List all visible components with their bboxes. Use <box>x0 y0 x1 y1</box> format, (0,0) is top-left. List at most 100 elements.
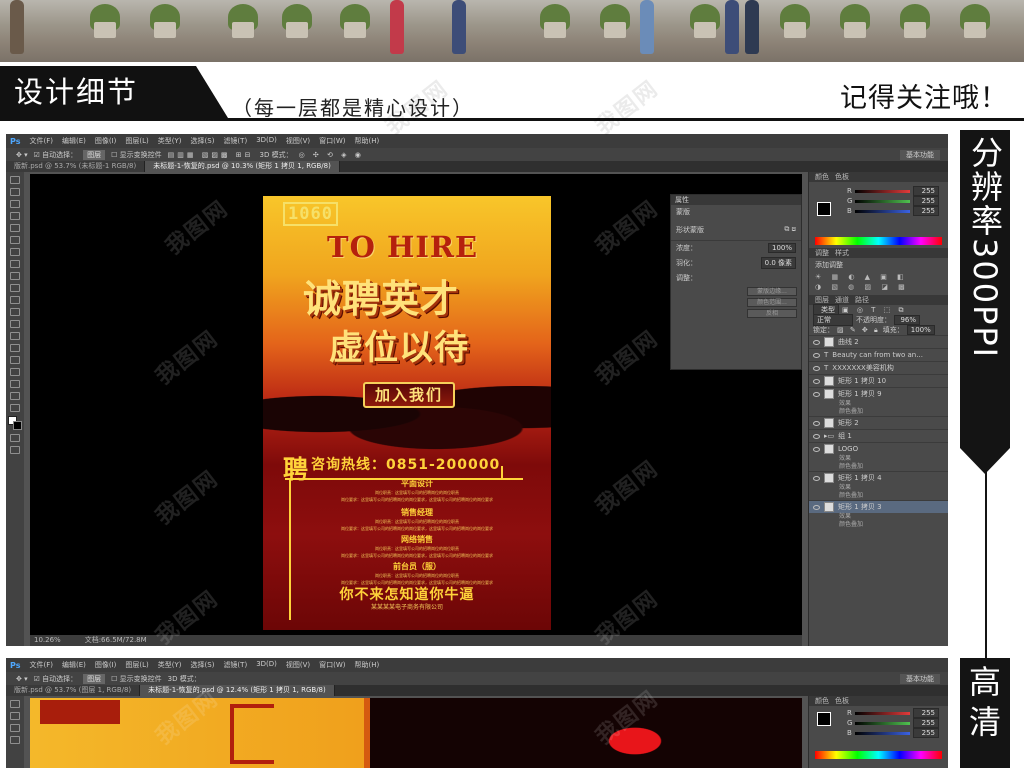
history-brush-icon[interactable] <box>10 284 20 292</box>
tab-swatches[interactable]: 色板 <box>835 172 849 182</box>
layer-effect[interactable]: 颜色叠加 <box>809 463 948 471</box>
stamp-tool-icon[interactable] <box>10 272 20 280</box>
color-range-button[interactable]: 颜色范围... <box>747 298 797 307</box>
color-spectrum[interactable] <box>815 237 942 245</box>
menu-item[interactable]: 图层(L) <box>125 136 148 146</box>
channel-value[interactable]: 255 <box>913 196 939 206</box>
document-tab-active[interactable]: 未标题-1-恢复的.psd @ 10.3% (矩形 1 拷贝 1, RGB/8) <box>145 161 340 172</box>
layer-row[interactable]: T XXXXXXX美容机构 <box>809 361 948 374</box>
layer-effect[interactable]: 效果 <box>809 455 948 463</box>
opacity-input[interactable]: 96% <box>894 315 920 325</box>
tab-color[interactable]: 颜色 <box>815 172 829 182</box>
channel-track[interactable] <box>854 189 910 193</box>
menu-item[interactable]: 文件(F) <box>29 660 53 670</box>
lock-icons[interactable]: ▨ ✎ ✥ 🔒︎ <box>837 326 880 335</box>
marquee-tool-icon[interactable] <box>10 712 20 720</box>
layer-effect[interactable]: 颜色叠加 <box>809 492 948 500</box>
density-input[interactable]: 100% <box>767 243 796 253</box>
visibility-eye-icon[interactable] <box>813 446 820 452</box>
move-tool-icon[interactable] <box>10 700 20 708</box>
menu-item[interactable]: 类型(Y) <box>158 136 182 146</box>
menu-item[interactable]: 帮助(H) <box>355 660 380 670</box>
3d-mode-icons[interactable]: ◎ ✣ ⟲ ◈ ◉ <box>299 151 364 159</box>
channel-value[interactable]: 255 <box>913 728 939 738</box>
tab-styles[interactable]: 样式 <box>835 248 849 258</box>
path-select-tool-icon[interactable] <box>10 368 20 376</box>
adjustment-icons[interactable]: ☀ ▦ ◐ ▲ ▣ ◧ <box>809 272 948 282</box>
menu-item[interactable]: 视图(V) <box>286 660 310 670</box>
auto-select-dropdown[interactable]: 图层 <box>83 673 106 684</box>
layer-row[interactable]: 矩形 1 拷贝 10 <box>809 374 948 387</box>
tab-color[interactable]: 颜色 <box>815 696 829 706</box>
visibility-eye-icon[interactable] <box>813 339 820 345</box>
layer-row[interactable]: ▸▭ 组 1 <box>809 429 948 442</box>
document-tab-active[interactable]: 未标题-1-恢复的.psd @ 12.4% (矩形 1 拷贝 1, RGB/8) <box>140 685 335 696</box>
layer-effect[interactable]: 效果 <box>809 513 948 521</box>
menu-item[interactable]: 窗口(W) <box>319 136 345 146</box>
workspace-dropdown[interactable]: 基本功能 <box>900 149 940 160</box>
document-tab[interactable]: 版新.psd @ 53.7% (图层 1, RGB/8) <box>6 685 141 696</box>
visibility-eye-icon[interactable] <box>813 504 820 510</box>
quick-mask-icon[interactable] <box>10 434 20 442</box>
channel-value[interactable]: 255 <box>913 206 939 216</box>
menu-item[interactable]: 视图(V) <box>286 136 310 146</box>
visibility-eye-icon[interactable] <box>813 433 820 439</box>
visibility-eye-icon[interactable] <box>813 365 820 371</box>
zoom-level[interactable]: 10.26% <box>34 635 61 646</box>
zoom-tool-icon[interactable] <box>10 404 20 412</box>
crop-tool-icon[interactable] <box>10 736 20 744</box>
menu-item[interactable]: 图像(I) <box>95 136 117 146</box>
tab-swatches[interactable]: 色板 <box>835 696 849 706</box>
auto-select-checkbox[interactable]: ☑ 自动选择： <box>34 150 78 160</box>
fill-input[interactable]: 100% <box>906 325 935 335</box>
crop-tool-icon[interactable] <box>10 224 20 232</box>
layer-row[interactable]: T Beauty can from two an... <box>809 348 948 361</box>
lasso-tool-icon[interactable] <box>10 200 20 208</box>
auto-select-checkbox[interactable]: ☑ 自动选择： <box>34 674 78 684</box>
layer-effect[interactable]: 效果 <box>809 484 948 492</box>
transform-controls-checkbox[interactable]: ☐ 显示变换控件 <box>111 150 162 160</box>
blur-tool-icon[interactable] <box>10 320 20 328</box>
menu-item[interactable]: 编辑(E) <box>62 136 86 146</box>
layer-effect[interactable]: 效果 <box>809 400 948 408</box>
layer-effect[interactable]: 颜色叠加 <box>809 408 948 416</box>
menu-item[interactable]: 类型(Y) <box>158 660 182 670</box>
type-tool-icon[interactable] <box>10 356 20 364</box>
layer-row[interactable]: 曲线 2 <box>809 335 948 348</box>
gradient-tool-icon[interactable] <box>10 308 20 316</box>
layer-effect[interactable]: 颜色叠加 <box>809 521 948 529</box>
channel-track[interactable] <box>854 209 910 213</box>
menu-item[interactable]: 窗口(W) <box>319 660 345 670</box>
layer-row[interactable]: 矩形 1 拷贝 3 <box>809 500 948 513</box>
layer-row[interactable]: 矩形 1 拷贝 9 <box>809 387 948 400</box>
hand-tool-icon[interactable] <box>10 392 20 400</box>
healing-tool-icon[interactable] <box>10 248 20 256</box>
menu-item[interactable]: 帮助(H) <box>355 136 380 146</box>
channel-track[interactable] <box>855 721 910 725</box>
visibility-eye-icon[interactable] <box>813 391 820 397</box>
move-tool-icon[interactable]: ✥ ▾ <box>16 151 28 159</box>
screen-mode-icon[interactable] <box>10 446 20 454</box>
mask-mode-icons[interactable]: ⧉ ⧈ <box>784 225 796 234</box>
feather-input[interactable]: 0.0 像素 <box>760 257 796 269</box>
document-tab[interactable]: 版新.psd @ 53.7% (未标题-1 RGB/8) <box>6 161 146 172</box>
menu-item[interactable]: 3D(D) <box>256 136 277 146</box>
eyedropper-tool-icon[interactable] <box>10 236 20 244</box>
tab-adjustments[interactable]: 调整 <box>815 248 829 258</box>
menu-item[interactable]: 编辑(E) <box>62 660 86 670</box>
adjustment-icons-row2[interactable]: ◑ ▧ ◍ ▨ ◪ ▩ <box>809 282 948 295</box>
move-tool-icon[interactable] <box>10 176 20 184</box>
visibility-eye-icon[interactable] <box>813 475 820 481</box>
menu-item[interactable]: 选择(S) <box>191 660 215 670</box>
visibility-eye-icon[interactable] <box>813 420 820 426</box>
menu-item[interactable]: 图层(L) <box>125 660 148 670</box>
channel-value[interactable]: 255 <box>913 708 939 718</box>
invert-button[interactable]: 反相 <box>747 309 797 318</box>
channel-value[interactable]: 255 <box>913 718 939 728</box>
move-tool-icon[interactable]: ✥ ▾ <box>16 675 28 683</box>
lasso-tool-icon[interactable] <box>10 724 20 732</box>
layer-row[interactable]: LOGO <box>809 442 948 455</box>
workspace-dropdown[interactable]: 基本功能 <box>900 673 940 684</box>
transform-controls-checkbox[interactable]: ☐ 显示变换控件 <box>111 674 162 684</box>
menu-item[interactable]: 滤镜(T) <box>223 660 247 670</box>
